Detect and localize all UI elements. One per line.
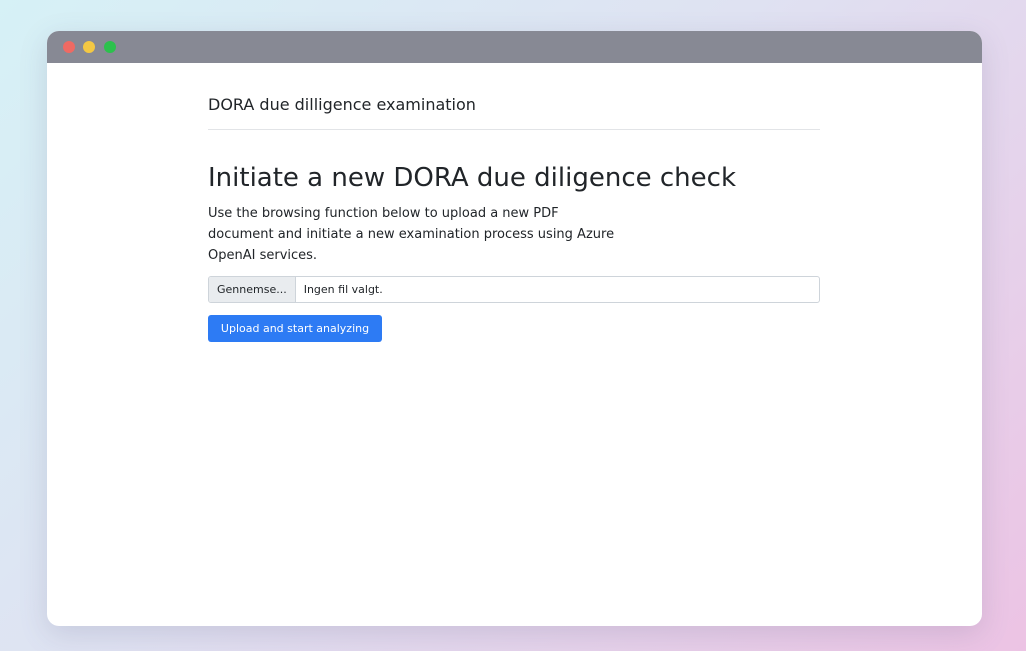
page-description: Use the browsing function below to uploa… bbox=[208, 206, 615, 263]
browser-window: DORA due dilligence examination Initiate… bbox=[47, 31, 982, 626]
browse-button[interactable]: Gennemse... bbox=[209, 277, 296, 302]
minimize-window-icon[interactable] bbox=[83, 41, 95, 53]
selected-file-label: Ingen fil valgt. bbox=[303, 283, 383, 296]
page-title: Initiate a new DORA due diligence check bbox=[208, 163, 736, 193]
navbar-brand[interactable]: DORA due dilligence examination bbox=[208, 95, 476, 114]
header-divider bbox=[208, 129, 820, 130]
upload-and-analyze-button[interactable]: Upload and start analyzing bbox=[208, 315, 382, 342]
file-upload-field[interactable]: Gennemse... Ingen fil valgt. bbox=[208, 276, 820, 303]
maximize-window-icon[interactable] bbox=[104, 41, 116, 53]
window-titlebar bbox=[47, 31, 982, 63]
close-window-icon[interactable] bbox=[63, 41, 75, 53]
